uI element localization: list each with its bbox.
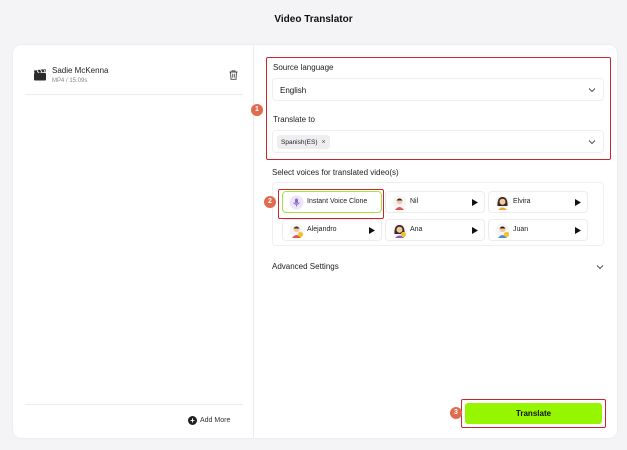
play-icon[interactable]	[575, 199, 581, 206]
source-language-select[interactable]: English	[272, 78, 604, 101]
language-chip-label: Spanish(ES)	[281, 138, 318, 146]
voice-name: Ana	[410, 226, 423, 233]
play-icon[interactable]	[472, 199, 478, 206]
step-badge-2: 2	[264, 196, 276, 208]
step-badge-3: 3	[450, 407, 462, 419]
translator-card: Sadie McKenna MP4 / 15.09s + Add More So…	[13, 45, 617, 438]
voices-title: Select voices for translated video(s)	[272, 168, 399, 177]
avatar	[495, 195, 510, 210]
left-footer-divider	[25, 404, 243, 405]
page-title: Video Translator	[274, 14, 353, 25]
file-meta: MP4 / 15.09s	[52, 78, 88, 84]
clapperboard-icon	[34, 69, 46, 81]
avatar	[289, 223, 304, 238]
voice-card-elvira[interactable]: Elvira	[488, 191, 588, 213]
chevron-down-icon	[588, 140, 596, 145]
file-list-pane: Sadie McKenna MP4 / 15.09s + Add More	[13, 45, 254, 438]
play-icon[interactable]	[575, 227, 581, 234]
add-more-label: Add More	[200, 416, 231, 424]
chevron-down-icon	[596, 265, 604, 270]
advanced-settings-label: Advanced Settings	[272, 262, 339, 271]
voice-name: Instant Voice Clone	[307, 198, 368, 205]
plus-icon: +	[188, 415, 197, 425]
voice-name: Juan	[513, 226, 529, 233]
language-highlight-box: Source language English Translate to Spa…	[266, 57, 611, 160]
language-chip: Spanish(ES) ×	[277, 135, 330, 149]
source-language-value: English	[280, 86, 307, 95]
file-name: Sadie McKenna	[52, 66, 109, 75]
voice-clone-icon	[289, 195, 304, 210]
translate-to-select[interactable]: Spanish(ES) ×	[272, 130, 604, 153]
translate-to-label: Translate to	[273, 115, 315, 124]
trash-icon[interactable]	[229, 70, 238, 80]
add-more-button[interactable]: + Add More	[188, 414, 230, 426]
settings-pane: Source language English Translate to Spa…	[254, 45, 617, 438]
voice-name: Alejandro	[307, 226, 337, 233]
close-icon[interactable]: ×	[322, 139, 326, 146]
play-icon[interactable]	[369, 227, 375, 234]
voice-card-nil[interactable]: Nil	[385, 191, 485, 213]
voices-panel: Instant Voice Clone Nil Elvira Alejandro…	[272, 182, 604, 246]
voice-name: Elvira	[513, 198, 531, 205]
voice-card-alejandro[interactable]: Alejandro	[282, 219, 382, 241]
play-icon[interactable]	[472, 227, 478, 234]
voice-card-ana[interactable]: Ana	[385, 219, 485, 241]
avatar	[392, 223, 407, 238]
voice-card-instant-voice-clone[interactable]: Instant Voice Clone	[282, 191, 382, 213]
step-badge-1: 1	[251, 104, 263, 116]
source-language-label: Source language	[273, 63, 334, 72]
chevron-down-icon	[588, 88, 596, 93]
file-list-item[interactable]: Sadie McKenna MP4 / 15.09s	[25, 59, 243, 95]
avatar	[495, 223, 510, 238]
voice-card-juan[interactable]: Juan	[488, 219, 588, 241]
avatar	[392, 195, 407, 210]
voice-name: Nil	[410, 198, 419, 205]
advanced-settings-toggle[interactable]: Advanced Settings	[272, 259, 604, 275]
translate-button[interactable]: Translate	[465, 403, 602, 424]
